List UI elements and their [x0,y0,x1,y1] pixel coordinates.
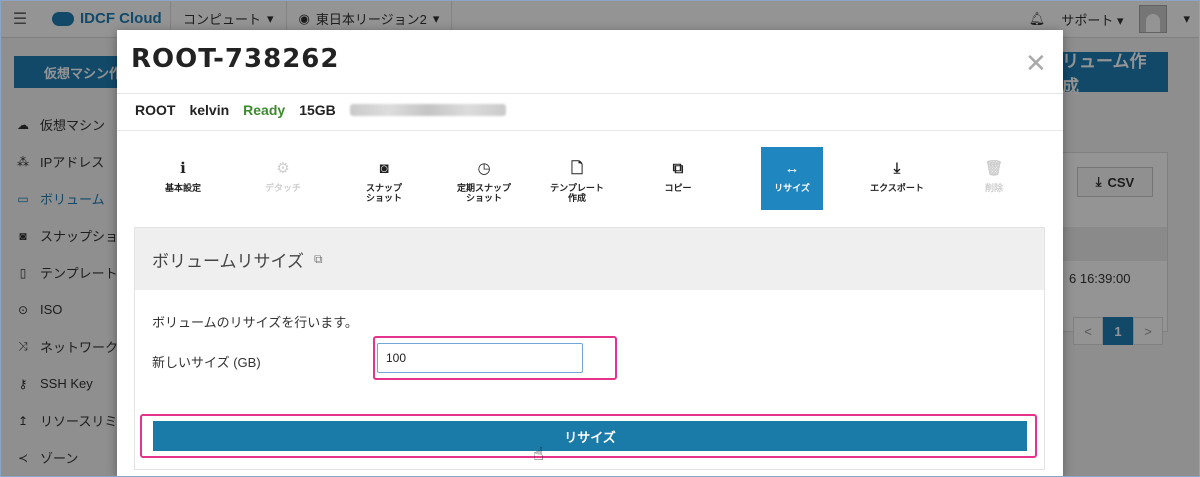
copy-icon: ⧉ [672,160,684,177]
tab-label: コピー [664,183,692,193]
download-icon: ⤓ [893,160,901,177]
file-icon: 🗋︎ [570,160,584,177]
volume-modal: ROOT-738262 ✕ ROOT kelvin Ready 15GB ℹ 基… [117,30,1063,477]
volume-info: ROOT kelvin Ready 15GB [135,102,506,118]
status-badge: Ready [243,102,286,118]
camera-icon: ◙ [379,160,389,177]
size-label: 新しいサイズ (GB) [152,355,261,370]
panel-title: ボリュームリサイズ [152,251,304,271]
clock-icon: ◷ [477,160,491,177]
tab-export[interactable]: ⤓ エクスポート [864,147,930,210]
gear-icon: ⚙ [276,160,290,177]
tab-label: テンプレート 作成 [550,183,604,203]
tab-label: リサイズ [774,183,810,193]
resize-panel: ボリュームリサイズ ⧉ ボリュームのリサイズを行います。 新しいサイズ (GB)… [134,227,1045,470]
tab-delete: 🗑︎ 削除 [963,147,1025,210]
tab-label: デタッチ [264,183,301,193]
info-icon: ℹ [180,160,186,177]
panel-heading: ボリュームリサイズ ⧉ [135,228,1044,290]
trash-icon: 🗑︎ [984,160,1004,177]
new-size-input[interactable] [377,343,583,373]
action-tabs: ℹ 基本設定 ⚙ デタッチ ◙ スナップ ショット ◷ 定期スナップ ショット … [134,147,1045,211]
tab-basic-settings[interactable]: ℹ 基本設定 [152,147,214,210]
resize-icon: ↔ [784,160,800,177]
divider [117,93,1063,94]
panel-description: ボリュームのリサイズを行います。 [152,315,358,330]
tab-label: 定期スナップ ショット [456,183,511,203]
volume-type: ROOT [135,102,176,118]
tab-copy[interactable]: ⧉ コピー [647,147,709,210]
close-icon[interactable]: ✕ [1025,48,1047,79]
divider [117,130,1063,131]
tab-label: 基本設定 [164,183,201,193]
tab-create-template[interactable]: 🗋︎ テンプレート 作成 [546,147,608,210]
tab-label: スナップ ショット [365,183,402,203]
modal-title: ROOT-738262 [131,44,340,74]
volume-vm-name: kelvin [189,102,230,118]
tab-resize[interactable]: ↔ リサイズ [761,147,823,210]
volume-size: 15GB [299,102,336,118]
resize-submit-button[interactable]: リサイズ [153,421,1027,451]
redacted-text [349,104,506,116]
external-link-icon[interactable]: ⧉ [314,252,323,267]
hand-cursor-icon: ☝ [533,444,544,464]
tab-scheduled-snapshot[interactable]: ◷ 定期スナップ ショット [453,147,515,210]
tab-detach: ⚙ デタッチ [252,147,314,210]
tab-snapshot[interactable]: ◙ スナップ ショット [353,147,415,210]
tab-label: エクスポート [870,183,924,193]
tab-label: 削除 [984,183,1003,193]
